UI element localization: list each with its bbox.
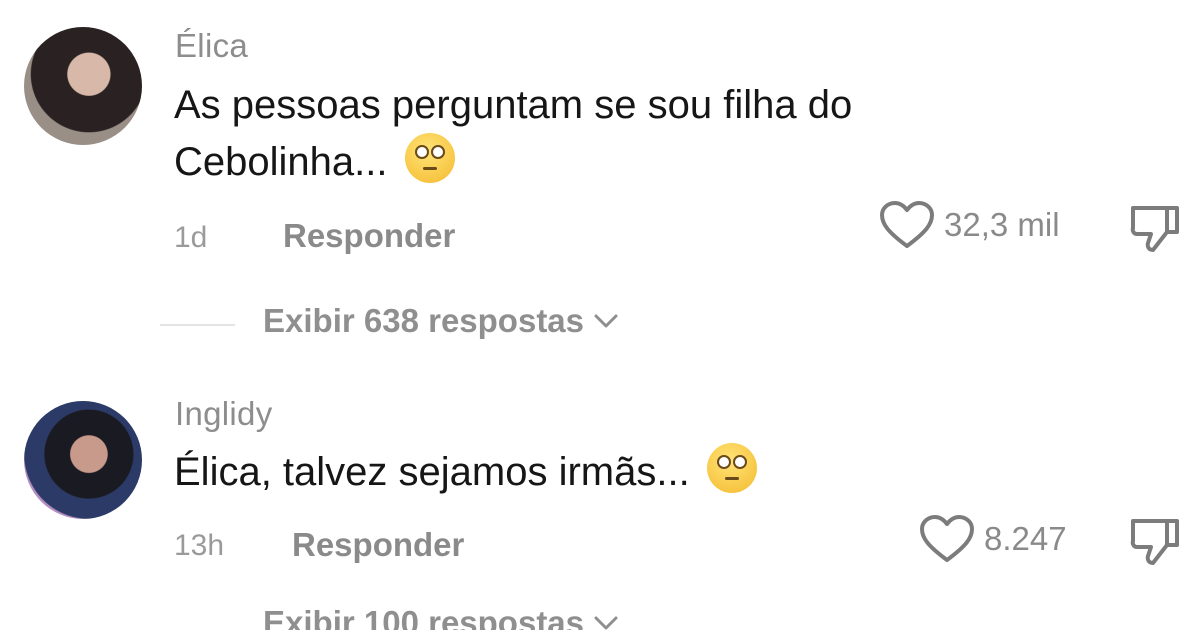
comment-timestamp: 1d	[174, 221, 208, 254]
comment-username[interactable]: Élica	[175, 27, 248, 65]
avatar[interactable]	[24, 401, 142, 519]
rolling-eyes-emoji-icon	[404, 133, 455, 183]
view-replies-label: Exibir 638 respostas	[263, 302, 585, 339]
like-count: 32,3 mil	[944, 206, 1060, 243]
like-button[interactable]: 32,3 mil	[878, 200, 1060, 250]
comment-text-body: As pessoas perguntam se sou filha do Ceb…	[174, 83, 853, 184]
comment-text-body: Élica, talvez sejamos irmãs...	[174, 450, 690, 494]
view-replies-button[interactable]: Exibir 100 respostas	[263, 604, 618, 630]
reply-button[interactable]: Responder	[292, 526, 464, 564]
view-replies-label: Exibir 100 respostas	[263, 604, 585, 630]
reply-button[interactable]: Responder	[283, 217, 455, 255]
like-button[interactable]: 8.247	[918, 514, 1067, 564]
thumbs-down-outline-icon[interactable]	[1127, 513, 1183, 569]
chevron-down-icon	[594, 616, 618, 630]
divider	[160, 324, 235, 326]
comment-timestamp: 13h	[174, 529, 225, 562]
like-count: 8.247	[984, 520, 1067, 557]
rolling-eyes-emoji-icon	[706, 443, 757, 493]
thumbs-down-outline-icon[interactable]	[1127, 200, 1183, 256]
avatar[interactable]	[24, 27, 142, 145]
view-replies-button[interactable]: Exibir 638 respostas	[263, 302, 618, 340]
comments-screen: Élica As pessoas perguntam se sou filha …	[0, 0, 1200, 630]
comment-text: Élica, talvez sejamos irmãs...	[174, 443, 1054, 500]
comment-text: As pessoas perguntam se sou filha do Ceb…	[174, 77, 1054, 190]
chevron-down-icon	[594, 314, 618, 328]
heart-outline-icon	[880, 201, 934, 248]
heart-outline-icon	[920, 515, 974, 562]
comment-username[interactable]: Inglidy	[175, 395, 273, 433]
